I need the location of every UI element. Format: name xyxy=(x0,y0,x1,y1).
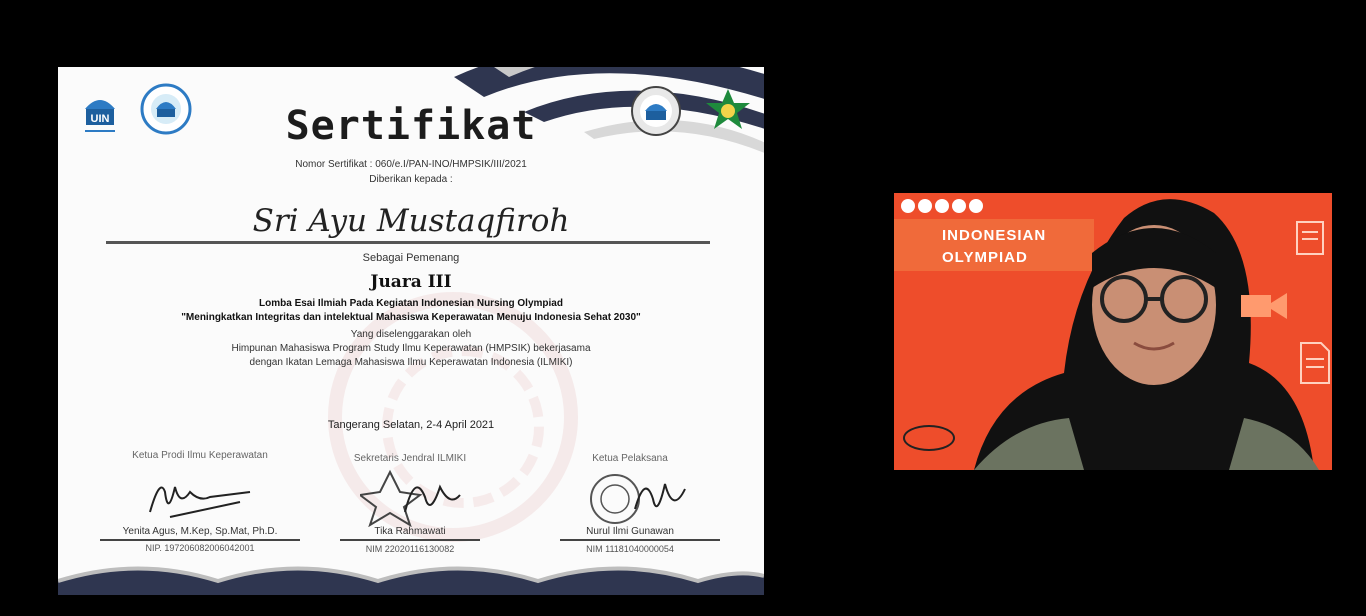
award-rank: Juara III xyxy=(370,272,452,292)
signature-line xyxy=(100,539,300,541)
signatory-role: Ketua Prodi Ilmu Keperawatan xyxy=(132,450,268,461)
logo-dot xyxy=(952,199,966,213)
signatory-block: Ketua Prodi Ilmu Keperawatan Yenita Agus… xyxy=(80,450,320,560)
signatory-block: Ketua Pelaksana Nurul Ilmi Gunawan NIM 1… xyxy=(510,453,750,563)
notepad-icon xyxy=(1296,221,1324,255)
event-logo xyxy=(903,425,955,451)
sponsor-logos-row xyxy=(901,199,983,213)
certificate-number: Nomor Sertifikat : 060/e.I/PAN-INO/HMPSI… xyxy=(295,159,527,170)
recipient-name: Sri Ayu Mustaqfiroh xyxy=(252,203,570,239)
signature-line xyxy=(340,539,480,541)
organizer-line-1: Himpunan Mahasiswa Program Study Ilmu Ke… xyxy=(231,343,591,354)
recipient-underline xyxy=(106,241,710,244)
logo-dot xyxy=(935,199,949,213)
decorative-swoosh-bottom xyxy=(58,566,764,595)
participant-person xyxy=(974,199,1319,470)
signatory-name: Tika Rahmawati xyxy=(374,526,446,537)
certificate-title: Sertifikat xyxy=(285,103,537,149)
stamp-and-signature-image xyxy=(360,469,461,527)
signatory-name: Nurul Ilmi Gunawan xyxy=(586,526,674,537)
logo-dot xyxy=(901,199,915,213)
stamp-and-signature-image xyxy=(590,474,686,524)
signatory-block: Sekretaris Jendral ILMIKI Tika Rahmawati… xyxy=(290,453,530,563)
signature-image xyxy=(149,486,251,518)
logo-dot xyxy=(918,199,932,213)
participant-video-tile[interactable]: INDONESIAN OLYMPIAD xyxy=(894,193,1332,470)
signatory-role: Sekretaris Jendral ILMIKI xyxy=(353,453,467,464)
winner-label: Sebagai Pemenang xyxy=(362,252,460,264)
given-to-label: Diberikan kepada : xyxy=(369,174,453,185)
shared-screen-certificate: UIN Sertifikat Nomor Sertifikat : 060/e.… xyxy=(58,67,764,595)
signatory-role: Ketua Pelaksana xyxy=(592,453,668,464)
signatory-name: Yenita Agus, M.Kep, Sp.Mat, Ph.D. xyxy=(122,526,278,537)
organized-by-label: Yang diselenggarakan oleh xyxy=(350,329,472,340)
competition-title: Lomba Esai Ilmiah Pada Kegiatan Indonesi… xyxy=(259,298,563,309)
document-icon xyxy=(1300,342,1330,384)
place-and-date: Tangerang Selatan, 2-4 April 2021 xyxy=(327,419,495,431)
organizer-line-2: dengan Ikatan Lemaga Mahasiswa Ilmu Kepe… xyxy=(249,357,573,368)
video-camera-icon xyxy=(1241,293,1287,319)
signature-line xyxy=(560,539,720,541)
competition-theme: "Meningkatkan Integritas dan intelektual… xyxy=(181,312,641,323)
